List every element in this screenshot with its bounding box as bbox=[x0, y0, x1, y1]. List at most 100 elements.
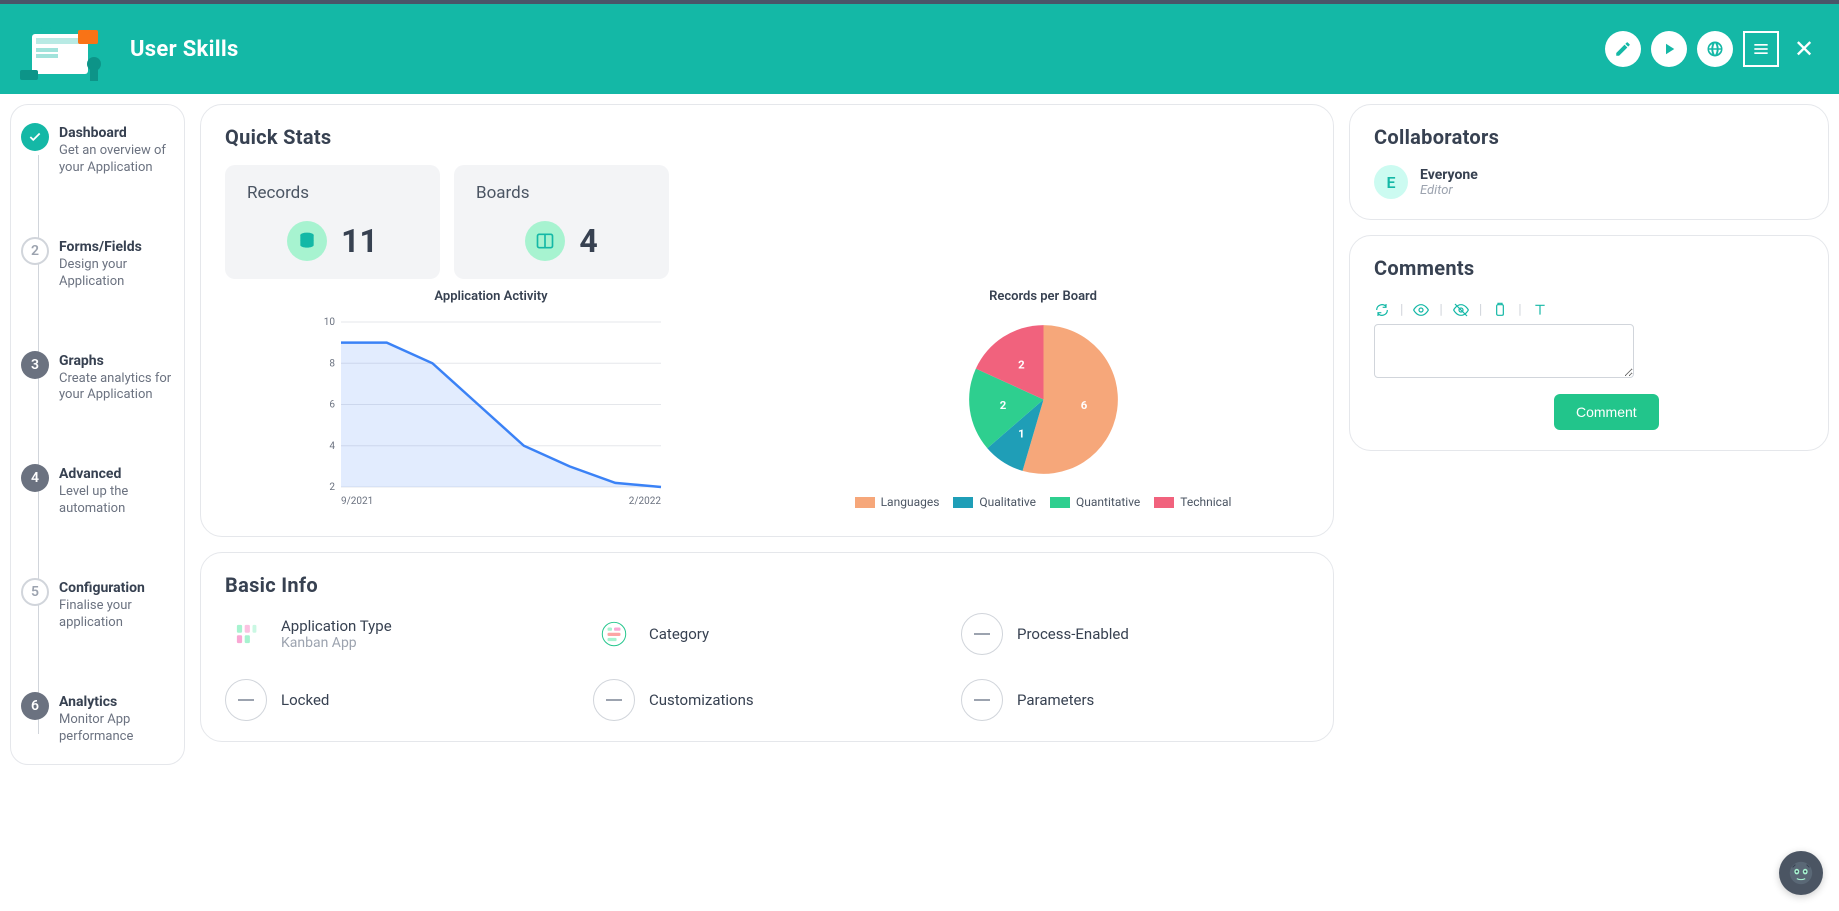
eye-icon bbox=[1413, 302, 1429, 318]
step-title: Dashboard bbox=[59, 125, 174, 141]
show-button[interactable] bbox=[1413, 302, 1429, 318]
collaborators-card: Collaborators E Everyone Editor bbox=[1349, 104, 1829, 220]
records-per-board-chart: Records per Board 6122 LanguagesQualitat… bbox=[777, 289, 1309, 509]
comment-input[interactable] bbox=[1374, 324, 1634, 378]
info-label: Category bbox=[649, 625, 709, 643]
chat-fab[interactable] bbox=[1779, 851, 1823, 895]
collaborator-role: Editor bbox=[1420, 183, 1478, 198]
comment-toolbar: | | | | bbox=[1374, 296, 1804, 324]
legend-swatch bbox=[953, 497, 973, 508]
dash-icon bbox=[961, 613, 1003, 655]
legend-item[interactable]: Quantitative bbox=[1050, 495, 1140, 509]
legend-swatch bbox=[855, 497, 875, 508]
step-analytics[interactable]: 6AnalyticsMonitor App performance bbox=[21, 692, 174, 746]
header-actions: ✕ bbox=[1605, 31, 1819, 67]
legend-label: Quantitative bbox=[1076, 495, 1140, 509]
svg-text:10: 10 bbox=[324, 317, 336, 328]
info-item-parameters[interactable]: Parameters bbox=[961, 679, 1309, 721]
comment-submit-button[interactable]: Comment bbox=[1554, 394, 1659, 430]
comments-card: Comments | | | | Comment bbox=[1349, 235, 1829, 451]
collaborators-title: Collaborators bbox=[1374, 125, 1804, 149]
step-title: Analytics bbox=[59, 694, 174, 710]
legend-swatch bbox=[1050, 497, 1070, 508]
board-icon bbox=[525, 221, 565, 261]
eye-off-icon bbox=[1453, 302, 1469, 318]
bot-icon bbox=[1787, 859, 1815, 887]
step-badge: 6 bbox=[21, 692, 49, 720]
step-desc: Design your Application bbox=[59, 257, 174, 291]
legend-label: Qualitative bbox=[979, 495, 1036, 509]
step-title: Graphs bbox=[59, 353, 174, 369]
quick-stats-card: Quick Stats Records 11 Boards bbox=[200, 104, 1334, 537]
svg-text:4: 4 bbox=[329, 441, 335, 452]
info-item-process-enabled[interactable]: Process-Enabled bbox=[961, 613, 1309, 655]
step-title: Forms/Fields bbox=[59, 239, 174, 255]
hamburger-icon bbox=[1751, 39, 1771, 59]
info-value: Kanban App bbox=[281, 635, 392, 651]
collaborator-name: Everyone bbox=[1420, 167, 1478, 183]
info-item-category[interactable]: Category bbox=[593, 613, 941, 655]
step-dashboard[interactable]: Dashboard Get an overview of your Applica… bbox=[21, 123, 174, 177]
edit-button[interactable] bbox=[1605, 31, 1641, 67]
activity-chart: Application Activity 2468109/20212/2022 bbox=[225, 289, 757, 516]
step-badge: 3 bbox=[21, 351, 49, 379]
globe-icon bbox=[1706, 40, 1724, 58]
svg-text:8: 8 bbox=[329, 358, 335, 369]
activity-chart-title: Application Activity bbox=[225, 289, 757, 304]
app-logo bbox=[20, 14, 110, 84]
kanban-icon bbox=[225, 613, 267, 655]
legend-swatch bbox=[1154, 497, 1174, 508]
comments-title: Comments bbox=[1374, 256, 1804, 280]
info-item-locked[interactable]: Locked bbox=[225, 679, 573, 721]
clipboard-button[interactable] bbox=[1492, 302, 1508, 318]
globe-button[interactable] bbox=[1697, 31, 1733, 67]
info-label: Process-Enabled bbox=[1017, 625, 1129, 643]
basic-info-title: Basic Info bbox=[225, 573, 1309, 597]
database-icon bbox=[287, 221, 327, 261]
info-item-application-type[interactable]: Application TypeKanban App bbox=[225, 613, 573, 655]
legend-item[interactable]: Technical bbox=[1154, 495, 1231, 509]
step-graphs[interactable]: 3 Graphs Create analytics for your Applica… bbox=[21, 351, 174, 405]
dash-icon bbox=[225, 679, 267, 721]
app-header: User Skills ✕ bbox=[0, 4, 1839, 94]
close-button[interactable]: ✕ bbox=[1789, 34, 1819, 64]
text-button[interactable] bbox=[1532, 302, 1548, 318]
step-configuration[interactable]: 5ConfigurationFinalise your application bbox=[21, 578, 174, 632]
step-desc: Create analytics for your Application bbox=[59, 371, 174, 405]
play-button[interactable] bbox=[1651, 31, 1687, 67]
step-desc: Get an overview of your Application bbox=[59, 143, 174, 177]
step-badge: 4 bbox=[21, 464, 49, 492]
legend-item[interactable]: Qualitative bbox=[953, 495, 1036, 509]
step-title: Advanced bbox=[59, 466, 174, 482]
refresh-button[interactable] bbox=[1374, 302, 1390, 318]
quick-stats-title: Quick Stats bbox=[225, 125, 1309, 149]
svg-text:2: 2 bbox=[1018, 358, 1025, 372]
menu-button[interactable] bbox=[1743, 31, 1779, 67]
hide-button[interactable] bbox=[1453, 302, 1469, 318]
legend-label: Languages bbox=[881, 495, 940, 509]
legend-item[interactable]: Languages bbox=[855, 495, 940, 509]
svg-text:1: 1 bbox=[1018, 426, 1025, 440]
boards-stat[interactable]: Boards 4 bbox=[454, 165, 669, 279]
info-label: Locked bbox=[281, 691, 329, 709]
dash-icon bbox=[961, 679, 1003, 721]
boards-label: Boards bbox=[476, 183, 647, 203]
collaborator-item[interactable]: E Everyone Editor bbox=[1374, 165, 1804, 199]
pie-chart-title: Records per Board bbox=[777, 289, 1309, 304]
pencil-icon bbox=[1614, 40, 1632, 58]
step-title: Configuration bbox=[59, 580, 174, 596]
step-badge: 5 bbox=[21, 578, 49, 606]
step-badge: 2 bbox=[21, 237, 49, 265]
step-forms-fields[interactable]: 2 Forms/Fields Design your Application bbox=[21, 237, 174, 291]
records-stat[interactable]: Records 11 bbox=[225, 165, 440, 279]
legend-label: Technical bbox=[1180, 495, 1231, 509]
category-icon bbox=[593, 613, 635, 655]
step-badge bbox=[21, 123, 49, 151]
records-label: Records bbox=[247, 183, 418, 203]
step-advanced[interactable]: 4AdvancedLevel up the automation bbox=[21, 464, 174, 518]
info-item-customizations[interactable]: Customizations bbox=[593, 679, 941, 721]
steps-sidebar: Dashboard Get an overview of your Applica… bbox=[10, 104, 185, 765]
info-label: Parameters bbox=[1017, 691, 1094, 709]
avatar: E bbox=[1374, 165, 1408, 199]
text-icon bbox=[1532, 302, 1548, 318]
